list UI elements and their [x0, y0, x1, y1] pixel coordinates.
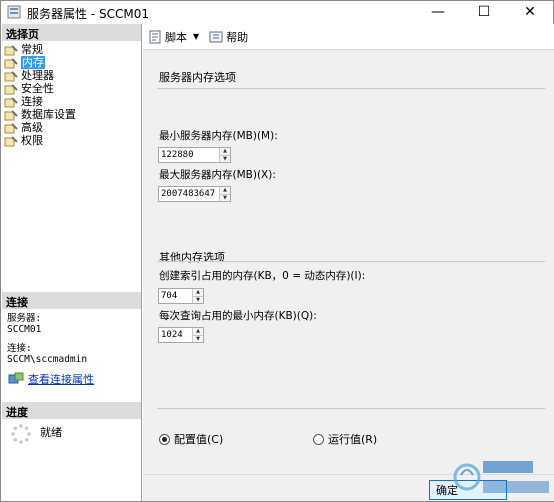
toolbar: 脚本 ▼ 帮助	[143, 24, 554, 50]
sidebar-item-label: 处理器	[21, 69, 54, 82]
sidebar-item-label: 内存	[21, 56, 45, 69]
sidebar-item-page[interactable]: 常规	[4, 43, 140, 56]
page-wrench-icon	[4, 135, 18, 146]
page-nav-list: 常规 内存 处理器 安全性 连接 数据库设置 高级 权限	[4, 43, 140, 147]
close-button[interactable]: ✕	[507, 1, 553, 23]
progress-area: 就绪	[10, 423, 62, 445]
index-memory-value[interactable]: 704	[159, 289, 192, 303]
page-wrench-icon	[4, 44, 18, 55]
minimize-icon: —	[431, 4, 445, 20]
connection-info: 服务器: SCCM01 连接: SCCM\sccmadmin	[7, 313, 137, 365]
query-memory-value[interactable]: 1024	[159, 328, 192, 342]
min-memory-value[interactable]: 122880	[159, 148, 219, 162]
configured-values-radio[interactable]: 配置值(C)	[159, 431, 223, 447]
maximize-icon: ☐	[477, 4, 491, 20]
sidebar-item-page[interactable]: 数据库设置	[4, 108, 140, 121]
view-connection-properties-link[interactable]: 查看连接属性	[8, 371, 94, 387]
maximize-button[interactable]: ☐	[461, 1, 507, 23]
page-wrench-icon	[4, 83, 18, 94]
sidebar-item-label: 权限	[21, 134, 43, 147]
sidebar-item-page[interactable]: 处理器	[4, 69, 140, 82]
sidebar-item-page[interactable]: 安全性	[4, 82, 140, 95]
running-values-label: 运行值(R)	[328, 433, 378, 446]
sidebar-item-label: 数据库设置	[21, 108, 76, 121]
server-app-icon	[7, 5, 21, 19]
progress-status: 就绪	[40, 426, 62, 439]
connection-value: SCCM\sccmadmin	[7, 354, 88, 365]
stepper-down-icon[interactable]: ▼	[220, 193, 230, 201]
radio-selected-icon	[159, 433, 170, 445]
section-divider	[157, 408, 545, 409]
server-properties-window: 服务器属性 - SCCM01 — ☐ ✕ 选择页 常规 内存 处理器 安全性 连接 数据库…	[0, 0, 554, 502]
script-icon	[149, 30, 161, 43]
chevron-down-icon[interactable]: ▼	[193, 32, 199, 41]
connection-header: 连接	[2, 292, 141, 309]
max-memory-value[interactable]: 2007483647	[159, 187, 219, 201]
query-memory-stepper[interactable]: 1024 ▲ ▼	[158, 327, 204, 343]
stepper-down-icon[interactable]: ▼	[193, 295, 203, 303]
view-connection-properties-label: 查看连接属性	[28, 373, 94, 386]
title-bar: 服务器属性 - SCCM01 — ☐ ✕	[1, 1, 553, 23]
min-memory-label: 最小服务器内存(MB)(M):	[159, 130, 278, 142]
min-memory-stepper[interactable]: 122880 ▲ ▼	[158, 147, 231, 163]
memory-section-title: 服务器内存选项	[159, 71, 236, 84]
select-page-header: 选择页	[2, 24, 141, 41]
configured-values-label: 配置值(C)	[174, 433, 224, 446]
index-memory-stepper[interactable]: 704 ▲ ▼	[158, 288, 204, 304]
sidebar-item-page[interactable]: 内存	[4, 56, 140, 69]
close-icon: ✕	[524, 4, 536, 20]
script-button[interactable]: 脚本 ▼	[148, 29, 199, 45]
sidebar-item-label: 高级	[21, 121, 43, 134]
page-wrench-icon	[4, 96, 18, 107]
left-pane: 选择页 常规 内存 处理器 安全性 连接 数据库设置 高级 权限 连接 服务器: SCCM01…	[2, 24, 142, 501]
help-icon	[209, 31, 223, 42]
page-wrench-icon	[4, 57, 18, 68]
max-memory-stepper[interactable]: 2007483647 ▲ ▼	[158, 186, 231, 202]
sidebar-item-page[interactable]: 连接	[4, 95, 140, 108]
query-memory-label: 每次查询占用的最小内存(KB)(Q):	[159, 310, 317, 322]
page-wrench-icon	[4, 122, 18, 133]
help-button[interactable]: 帮助	[209, 29, 248, 45]
right-pane: 脚本 ▼ 帮助 服务器内存选项 最小服务器内存(MB)(M): 122880 ▲…	[143, 24, 554, 501]
minimize-button[interactable]: —	[415, 1, 461, 23]
help-label: 帮助	[226, 30, 249, 44]
running-values-radio[interactable]: 运行值(R)	[313, 431, 377, 447]
watermark-logo	[453, 461, 549, 493]
sidebar-item-label: 连接	[21, 95, 43, 108]
max-memory-label: 最大服务器内存(MB)(X):	[159, 169, 276, 181]
sidebar-item-label: 常规	[21, 43, 43, 56]
sidebar-item-page[interactable]: 高级	[4, 121, 140, 134]
section-divider	[157, 88, 545, 89]
stepper-down-icon[interactable]: ▼	[220, 154, 230, 162]
index-memory-label: 创建索引占用的内存(KB，0 = 动态内存)(I):	[159, 270, 366, 282]
sidebar-item-page[interactable]: 权限	[4, 134, 140, 147]
page-wrench-icon	[4, 109, 18, 120]
stepper-down-icon[interactable]: ▼	[193, 334, 203, 342]
progress-spinner-icon	[11, 424, 31, 444]
other-memory-section-title: 其他内存选项	[159, 251, 225, 264]
connection-label: 连接:	[7, 343, 32, 354]
script-label: 脚本	[165, 30, 187, 44]
server-value: SCCM01	[7, 324, 42, 335]
sidebar-item-label: 安全性	[21, 82, 54, 95]
connection-properties-icon	[8, 372, 24, 384]
radio-empty-icon	[313, 433, 324, 445]
window-title: 服务器属性 - SCCM01	[27, 7, 149, 21]
progress-header: 进度	[2, 402, 141, 419]
server-label: 服务器:	[7, 313, 42, 324]
section-divider	[157, 261, 545, 262]
page-wrench-icon	[4, 70, 18, 81]
